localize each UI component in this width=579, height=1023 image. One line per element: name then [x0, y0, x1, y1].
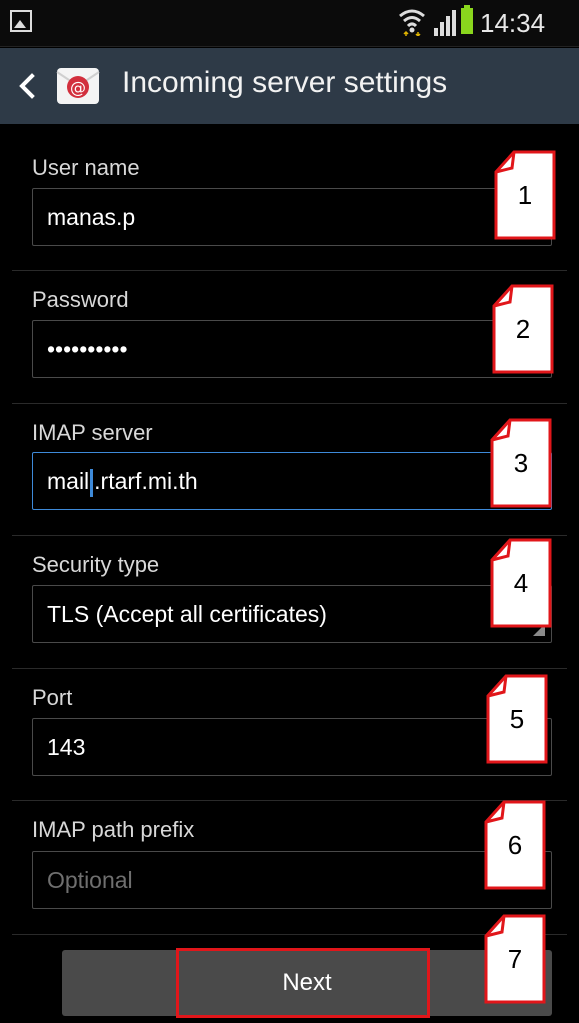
image-notification-icon — [10, 10, 32, 32]
imap-server-input[interactable]: mail .rtarf.mi.th — [32, 452, 552, 510]
security-type-label: Security type — [32, 552, 160, 577]
chevron-left-icon[interactable] — [16, 70, 38, 102]
callout-2: 2 — [492, 284, 554, 374]
callout-number: 6 — [507, 830, 523, 860]
imap-path-prefix-label: IMAP path prefix — [32, 817, 195, 842]
username-value: manas.p — [47, 204, 136, 230]
password-value: •••••••••• — [47, 336, 128, 362]
signal-icon — [434, 10, 456, 36]
action-bar: @ Incoming server settings — [0, 48, 579, 124]
imap-server-value-end: .rtarf.mi.th — [94, 468, 198, 494]
callout-number: 3 — [513, 448, 529, 478]
divider — [12, 270, 567, 271]
password-input[interactable]: •••••••••• — [32, 320, 552, 378]
callout-4: 4 — [490, 538, 552, 628]
status-bar: 14:34 — [0, 0, 579, 47]
port-label: Port — [32, 685, 73, 710]
callout-number: 2 — [515, 314, 531, 344]
imap-server-label: IMAP server — [32, 420, 153, 445]
callout-number: 7 — [507, 944, 523, 974]
next-button[interactable]: Next — [62, 950, 552, 1016]
callout-7: 7 — [484, 914, 546, 1004]
imap-server-value-start: mail — [47, 468, 90, 494]
page-title: Incoming server settings — [122, 66, 448, 99]
svg-text:@: @ — [70, 78, 86, 97]
imap-path-prefix-placeholder: Optional — [47, 867, 133, 893]
callout-3: 3 — [490, 418, 552, 508]
wifi-icon — [399, 9, 425, 36]
text-cursor — [90, 468, 94, 497]
imap-path-prefix-input[interactable]: Optional — [32, 851, 552, 909]
divider — [12, 535, 567, 536]
divider — [12, 403, 567, 404]
username-label: User name — [32, 155, 140, 180]
callout-number: 5 — [509, 704, 525, 734]
status-time: 14:34 — [480, 8, 546, 38]
callout-6: 6 — [484, 800, 546, 890]
battery-icon — [461, 5, 473, 34]
security-type-select[interactable]: TLS (Accept all certificates) — [32, 585, 552, 643]
email-at-icon[interactable]: @ — [56, 64, 100, 108]
port-input[interactable]: 143 — [32, 718, 552, 776]
port-value: 143 — [47, 734, 86, 760]
callout-1: 1 — [494, 150, 556, 240]
divider — [12, 668, 567, 669]
callout-5: 5 — [486, 674, 548, 764]
next-button-label: Next — [282, 969, 332, 996]
password-label: Password — [32, 287, 129, 312]
callout-number: 4 — [513, 568, 529, 598]
callout-number: 1 — [517, 180, 533, 210]
username-input[interactable]: manas.p — [32, 188, 552, 246]
security-type-value: TLS (Accept all certificates) — [47, 601, 327, 627]
